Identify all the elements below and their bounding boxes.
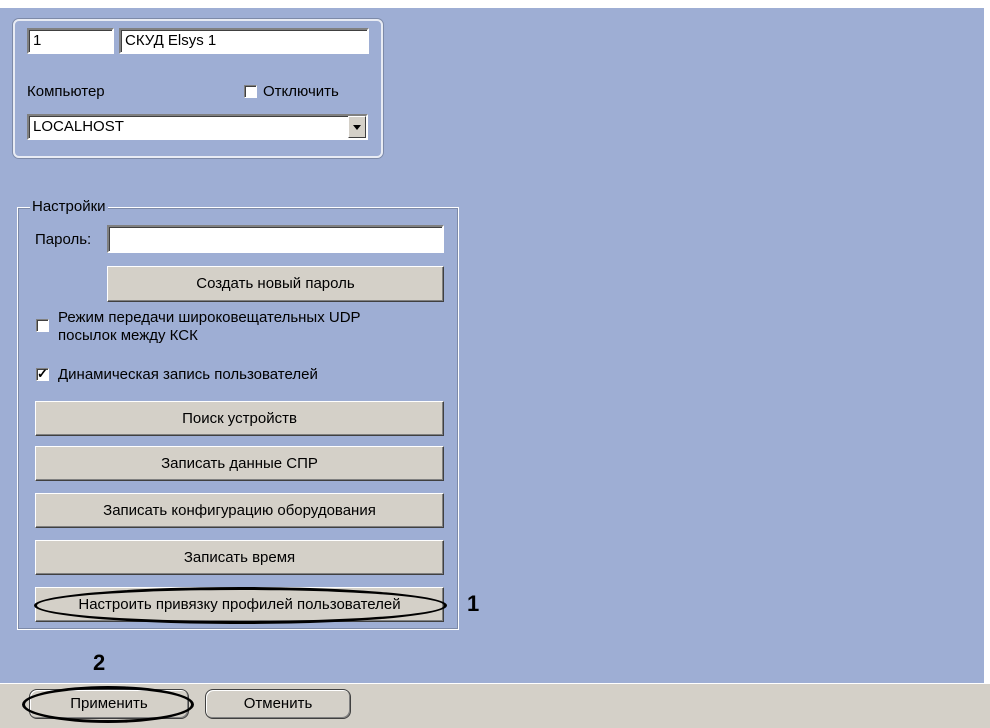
write-time-button[interactable]: Записать время <box>35 540 444 575</box>
password-input[interactable] <box>107 225 444 253</box>
checkmark-icon: ✓ <box>37 366 48 381</box>
object-id-field[interactable]: 1 <box>27 28 114 54</box>
callout-2: 2 <box>93 650 106 675</box>
search-devices-button[interactable]: Поиск устройств <box>35 401 444 436</box>
settings-group-title: Настройки <box>30 198 108 216</box>
cropped-heading <box>0 0 990 8</box>
dynamic-users-label: Динамическая запись пользователей <box>58 366 318 383</box>
object-name-field[interactable]: СКУД Elsys 1 <box>119 28 369 54</box>
dynamic-users-checkbox[interactable]: ✓ <box>36 366 49 381</box>
computer-select[interactable]: LOCALHOST <box>27 114 368 140</box>
udp-broadcast-label-line2: посылок между КСК <box>58 327 198 344</box>
udp-broadcast-checkbox[interactable] <box>36 319 49 332</box>
window-edge <box>984 8 990 683</box>
write-hw-config-button[interactable]: Записать конфигурацию оборудования <box>35 493 444 528</box>
highlight-ellipse-1 <box>34 587 447 624</box>
callout-1: 1 <box>467 591 480 616</box>
create-password-button[interactable]: Создать новый пароль <box>107 266 444 302</box>
disable-checkbox[interactable] <box>244 85 257 98</box>
write-spr-button[interactable]: Записать данные СПР <box>35 446 444 481</box>
computer-select-value: LOCALHOST <box>33 118 124 135</box>
disable-label: Отключить <box>263 83 339 100</box>
computer-label: Компьютер <box>27 83 105 100</box>
password-label: Пароль: <box>35 231 92 248</box>
dropdown-arrow-icon[interactable] <box>348 116 366 138</box>
udp-broadcast-label-line1: Режим передачи широковещательных UDP <box>58 309 361 326</box>
highlight-ellipse-2 <box>22 686 194 723</box>
cancel-button[interactable]: Отменить <box>205 689 351 719</box>
